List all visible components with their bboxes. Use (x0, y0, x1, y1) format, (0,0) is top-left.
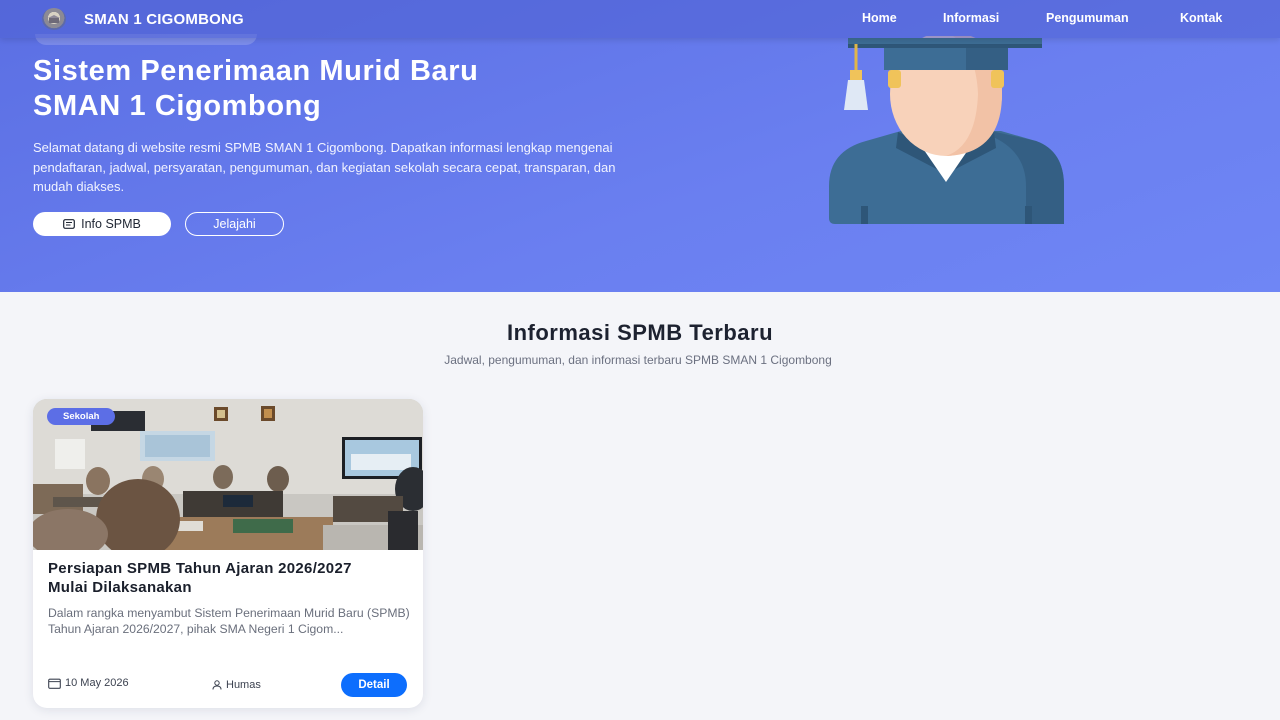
info-spmb-button[interactable]: Info SPMB (33, 212, 171, 236)
hero-title-line-1: Sistem Penerimaan Murid Baru (33, 55, 479, 87)
hero-description: Selamat datang di website resmi SPMB SMA… (33, 140, 616, 194)
school-logo-icon (42, 8, 66, 30)
nav-link-informasi[interactable]: Informasi (943, 11, 999, 25)
nav-link-home[interactable]: Home (862, 11, 897, 25)
person-icon (212, 680, 222, 690)
category-badge: Sekolah (47, 408, 116, 425)
nav-link-kontak[interactable]: Kontak (1180, 11, 1222, 25)
post-date: 10 May 2026 (48, 677, 129, 689)
hero-title-line-2: SMAN 1 Cigombong (33, 90, 322, 122)
brand[interactable]: SMAN 1 CIGOMBONG (42, 8, 244, 30)
post-author: Humas (212, 679, 261, 691)
section-title: Informasi SPMB Terbaru (506, 320, 774, 345)
post-excerpt: Dalam rangka menyambut Sistem Penerimaan… (48, 606, 410, 636)
detail-button[interactable]: Detail (341, 673, 407, 697)
hero-section: SMAN 1 CIGOMBONG Home Informasi Pengumum… (0, 0, 1280, 292)
section-subtitle: Jadwal, pengumuman, dan informasi terbar… (444, 353, 832, 367)
nav-link-pengumuman[interactable]: Pengumuman (1046, 11, 1129, 25)
navbar: SMAN 1 CIGOMBONG Home Informasi Pengumum… (0, 0, 1280, 38)
post-title[interactable]: Persiapan SPMB Tahun Ajaran 2026/2027 Mu… (48, 559, 378, 597)
jelajahi-button[interactable]: Jelajahi (185, 212, 284, 236)
brand-name: SMAN 1 CIGOMBONG (84, 10, 244, 28)
graduate-icon (829, 36, 1064, 224)
post-date-text: 10 May 2026 (65, 677, 129, 689)
info-spmb-label: Info SPMB (81, 217, 141, 231)
post-card[interactable]: Sekolah Persiapan SPMB Tahun Ajaran 2026… (33, 399, 423, 708)
post-author-text: Humas (226, 679, 261, 691)
hero-title: Sistem Penerimaan Murid Baru SMAN 1 Cigo… (33, 54, 673, 124)
info-spmb-icon (63, 219, 76, 229)
calendar-icon (48, 678, 61, 689)
